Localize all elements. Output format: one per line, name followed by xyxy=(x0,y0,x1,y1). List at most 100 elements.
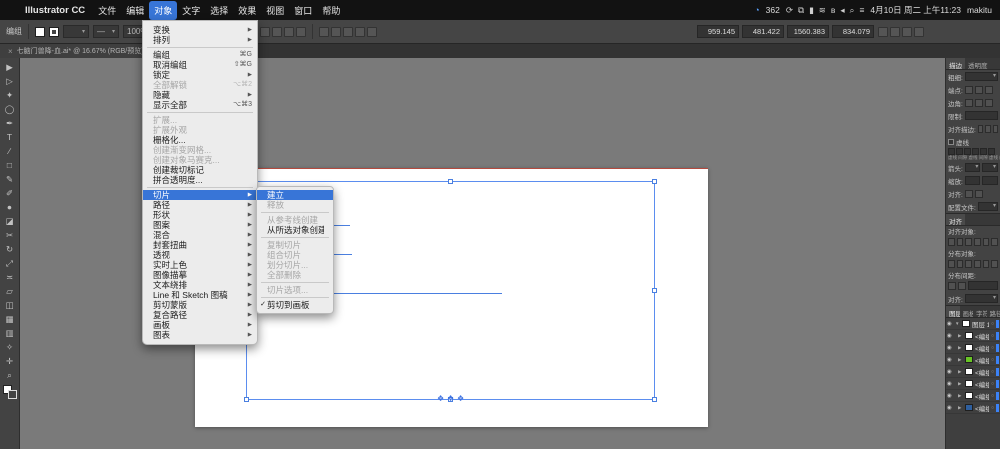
expand-arrow-icon[interactable]: ▶ xyxy=(958,393,963,399)
target-circle-icon[interactable]: ○ xyxy=(991,393,994,399)
stroke-tab-0[interactable]: 描边 xyxy=(946,58,965,69)
document-tab[interactable]: × 七脑门兽降-血.ai* @ 16.67% (RGB/预览) xyxy=(0,44,153,58)
object-menu-item-3[interactable]: 编组 ⌘G xyxy=(143,50,257,60)
selection-handle[interactable] xyxy=(652,179,657,184)
object-menu-item-20[interactable]: 形状 ▶ xyxy=(143,210,257,220)
icon-button[interactable] xyxy=(956,259,964,268)
miter-join-button[interactable] xyxy=(964,98,973,107)
round-cap-button[interactable] xyxy=(974,85,983,94)
mesh-tool[interactable]: ▦ xyxy=(2,312,18,326)
align-stroke-outside-button[interactable] xyxy=(992,124,998,133)
zoom-tool[interactable]: ⌕ xyxy=(2,368,18,382)
object-menu-item-1[interactable]: 排列 ▶ xyxy=(143,35,257,45)
object-menu-item-23[interactable]: 封套扭曲 ▶ xyxy=(143,240,257,250)
paintbrush-tool[interactable]: ✎ xyxy=(2,172,18,186)
icon-button[interactable] xyxy=(956,148,963,155)
search-icon[interactable]: ⌕ xyxy=(850,5,855,16)
width-tool[interactable]: ≍ xyxy=(2,270,18,284)
layers-tab-1[interactable]: 画板 xyxy=(960,306,974,317)
spacing-value-field[interactable] xyxy=(968,281,998,290)
layer-row-2[interactable]: ◉ ▶ <编组>○ xyxy=(946,342,1000,354)
shape-builder-tool[interactable]: ◫ xyxy=(2,298,18,312)
menubar-user[interactable]: makitu xyxy=(967,5,992,15)
align-stroke-inside-button[interactable] xyxy=(985,124,991,133)
object-menu-item-16[interactable]: 拼合透明度... xyxy=(143,175,257,185)
visibility-eye-icon[interactable]: ◉ xyxy=(947,321,953,327)
icon-button[interactable] xyxy=(972,148,979,155)
icon-button[interactable] xyxy=(284,26,295,37)
arrow-scale-start-field[interactable] xyxy=(964,176,981,185)
icon-button[interactable] xyxy=(965,237,973,246)
brush-definition-dropdown[interactable]: — ▾ xyxy=(93,25,119,38)
target-circle-icon[interactable]: ○ xyxy=(991,381,994,387)
object-menu-item-27[interactable]: 文本绕排 ▶ xyxy=(143,280,257,290)
align-tab-0[interactable]: 对齐 xyxy=(946,214,965,225)
arrow-align-tip-button[interactable] xyxy=(964,189,973,198)
width-profile-dropdown[interactable] xyxy=(977,202,998,211)
selection-handle[interactable] xyxy=(447,179,453,184)
menubar-menu-4[interactable]: 选择 xyxy=(205,1,233,20)
menubar-menu-2[interactable]: 对象 xyxy=(149,0,178,20)
icon-button[interactable] xyxy=(343,26,354,37)
object-menu-item-21[interactable]: 图案 ▶ xyxy=(143,220,257,230)
rectangle-tool[interactable]: □ xyxy=(2,158,18,172)
free-transform-tool[interactable]: ▱ xyxy=(2,284,18,298)
expand-arrow-icon[interactable]: ▶ xyxy=(958,369,963,375)
menubar-menu-1[interactable]: 编辑 xyxy=(121,1,149,20)
expand-arrow-icon[interactable]: ▶ xyxy=(958,381,963,387)
icon-button[interactable] xyxy=(948,237,955,246)
target-circle-icon[interactable]: ○ xyxy=(991,405,994,411)
pen-tool[interactable]: ✒ xyxy=(2,116,18,130)
tab-close-icon[interactable]: × xyxy=(8,47,13,56)
object-menu-item-0[interactable]: 变换 ▶ xyxy=(143,25,257,35)
x-position-field[interactable]: 959.145 xyxy=(697,25,739,38)
blob-brush-tool[interactable]: ● xyxy=(2,200,18,214)
icon-button[interactable] xyxy=(319,26,330,37)
icon-button[interactable] xyxy=(914,26,924,37)
target-circle-icon[interactable]: ○ xyxy=(991,333,994,339)
rotate-tool[interactable]: ↻ xyxy=(2,242,18,256)
sync-icon[interactable]: ⟳ xyxy=(786,5,793,16)
pencil-tool[interactable]: ✐ xyxy=(2,186,18,200)
layer-row-6[interactable]: ◉ ▶ <编组>○ xyxy=(946,390,1000,402)
object-menu-item-32[interactable]: 图表 ▶ xyxy=(143,330,257,340)
icon-button[interactable] xyxy=(991,237,999,246)
butt-cap-button[interactable] xyxy=(964,85,973,94)
notification-center-icon[interactable]: ≡ xyxy=(859,5,864,15)
target-circle-icon[interactable]: ○ xyxy=(991,321,994,327)
flower-shape[interactable]: ❖ xyxy=(447,395,454,403)
icon-button[interactable] xyxy=(296,26,307,37)
miter-limit-field[interactable] xyxy=(964,111,998,120)
align-to-dropdown[interactable] xyxy=(964,294,998,303)
icon-button[interactable] xyxy=(965,259,973,268)
fill-stroke-indicator[interactable] xyxy=(2,385,17,399)
align-stroke-center-button[interactable] xyxy=(977,124,984,133)
layer-row-5[interactable]: ◉ ▶ <编组>○ xyxy=(946,378,1000,390)
slice-submenu-item-0[interactable]: 建立 xyxy=(257,190,333,200)
bevel-join-button[interactable] xyxy=(984,98,993,107)
gradient-tool[interactable]: ▥ xyxy=(2,326,18,340)
layer-row-3[interactable]: ◉ ▶ <编组>○ xyxy=(946,354,1000,366)
slice-submenu-item-13[interactable]: ✓ 剪切到画板 xyxy=(257,300,333,310)
eyedropper-tool[interactable]: ✧ xyxy=(2,340,18,354)
menubar-clock[interactable]: 4月10日 周二 上午11:23 xyxy=(870,4,961,16)
icon-button[interactable] xyxy=(982,259,990,268)
stroke-weight-panel-dropdown[interactable] xyxy=(964,72,998,81)
icon-button[interactable] xyxy=(974,259,981,268)
distribute-v-space-button[interactable] xyxy=(948,281,956,290)
object-menu-item-22[interactable]: 混合 ▶ xyxy=(143,230,257,240)
target-circle-icon[interactable]: ○ xyxy=(991,357,994,363)
icon-button[interactable] xyxy=(331,26,342,37)
visibility-eye-icon[interactable]: ◉ xyxy=(947,393,953,399)
display-icon[interactable]: ⧉ xyxy=(798,5,804,16)
menubar-menu-0[interactable]: 文件 xyxy=(93,1,121,20)
battery-icon[interactable]: ▮ xyxy=(809,5,814,16)
object-menu-item-7[interactable]: 隐藏 ▶ xyxy=(143,90,257,100)
icon-button[interactable] xyxy=(956,237,964,246)
menubar-menu-8[interactable]: 帮助 xyxy=(317,1,345,20)
line-segment-tool[interactable]: ∕ xyxy=(2,144,18,158)
expand-arrow-icon[interactable]: ▶ xyxy=(958,405,963,411)
icon-button[interactable] xyxy=(948,148,955,155)
menubar-menu-6[interactable]: 视图 xyxy=(261,1,289,20)
round-join-button[interactable] xyxy=(974,98,983,107)
